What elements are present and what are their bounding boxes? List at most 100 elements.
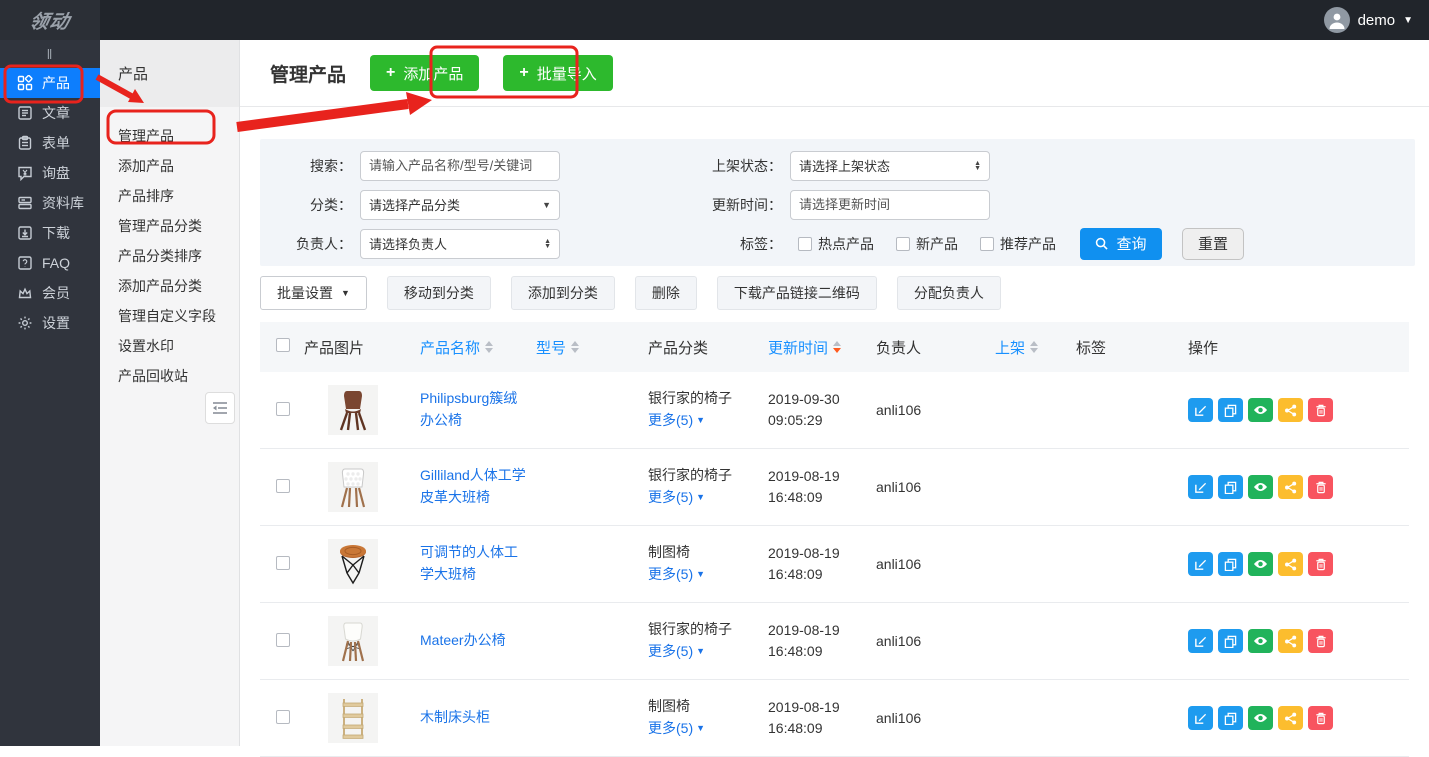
submenu-item-category-sort[interactable]: 产品分类排序 xyxy=(100,241,239,271)
row-checkbox[interactable] xyxy=(276,402,290,416)
category-select[interactable]: 请选择产品分类 ▼ xyxy=(360,190,560,220)
preview-eye-button[interactable] xyxy=(1248,552,1273,576)
batch-import-button[interactable]: + 批量导入 xyxy=(503,55,612,91)
delete-button[interactable]: 删除 xyxy=(635,276,697,310)
product-name-link[interactable]: Philipsburg簇绒办公椅 xyxy=(420,388,528,431)
share-button[interactable] xyxy=(1278,398,1303,422)
preview-eye-button[interactable] xyxy=(1248,706,1273,730)
batch-set-button[interactable]: 批量设置 ▼ xyxy=(260,276,367,310)
copy-button[interactable] xyxy=(1218,475,1243,499)
category-label: 分类： xyxy=(260,195,360,215)
download-qr-button[interactable]: 下载产品链接二维码 xyxy=(717,276,877,310)
more-categories-link[interactable]: 更多(5)▼ xyxy=(648,717,705,739)
product-name-link[interactable]: 木制床头柜 xyxy=(420,707,490,729)
white-shell-chair-image xyxy=(328,616,378,666)
edit-button[interactable] xyxy=(1188,629,1213,653)
sidebar-item-settings[interactable]: 设置 xyxy=(0,308,100,338)
preview-eye-button[interactable] xyxy=(1248,629,1273,653)
col-header-status-sort[interactable]: 上架 xyxy=(995,337,1038,358)
search-input[interactable] xyxy=(360,151,560,181)
product-name-link[interactable]: 可调节的人体工学大班椅 xyxy=(420,542,528,585)
col-header-name-sort[interactable]: 产品名称 xyxy=(420,337,493,358)
owner-select[interactable]: 请选择负责人 ▲▼ xyxy=(360,229,560,259)
copy-button[interactable] xyxy=(1218,552,1243,576)
edit-button[interactable] xyxy=(1188,475,1213,499)
sidebar-item-products[interactable]: 产品 xyxy=(0,68,100,98)
update-time-input[interactable] xyxy=(790,190,990,220)
submenu-item-custom-fields[interactable]: 管理自定义字段 xyxy=(100,301,239,331)
submenu-item-add-category[interactable]: 添加产品分类 xyxy=(100,271,239,301)
col-header-updated-sort[interactable]: 更新时间 xyxy=(768,337,841,358)
submenu-item-manage-products[interactable]: 管理产品 xyxy=(100,121,239,151)
product-name-link[interactable]: Gilliland人体工学皮革大班椅 xyxy=(420,465,528,508)
new-product-checkbox[interactable] xyxy=(896,237,910,251)
page-title: 管理产品 xyxy=(270,60,346,87)
reset-button[interactable]: 重置 xyxy=(1182,228,1244,260)
row-checkbox[interactable] xyxy=(276,710,290,724)
share-button[interactable] xyxy=(1278,706,1303,730)
share-button[interactable] xyxy=(1278,552,1303,576)
submenu-item-manage-categories[interactable]: 管理产品分类 xyxy=(100,211,239,241)
user-menu[interactable]: demo ▼ xyxy=(1324,0,1413,40)
add-product-button[interactable]: + 添加产品 xyxy=(370,55,479,91)
sidebar-item-forms[interactable]: 表单 xyxy=(0,128,100,158)
row-checkbox[interactable] xyxy=(276,633,290,647)
submenu-item-product-sort[interactable]: 产品排序 xyxy=(100,181,239,211)
sidebar-item-members[interactable]: 会员 xyxy=(0,278,100,308)
submenu-item-recycle-bin[interactable]: 产品回收站 xyxy=(100,361,239,391)
download-icon xyxy=(16,225,33,242)
topbar: 领动 demo ▼ xyxy=(0,0,1429,40)
table-row: 木制床头柜 制图椅 更多(5)▼ 2019-08-19 16:48:09 anl… xyxy=(260,680,1409,757)
edit-button[interactable] xyxy=(1188,706,1213,730)
tag-filter-group: 热点产品 新产品 推荐产品 xyxy=(798,234,1068,254)
submenu-item-add-product[interactable]: 添加产品 xyxy=(100,151,239,181)
product-name-link[interactable]: Mateer办公椅 xyxy=(420,630,506,652)
row-checkbox[interactable] xyxy=(276,556,290,570)
status-select[interactable]: 请选择上架状态 ▲▼ xyxy=(790,151,990,181)
submenu-collapse-button[interactable] xyxy=(205,392,235,424)
sidebar-item-faq[interactable]: FAQ xyxy=(0,248,100,278)
more-categories-link[interactable]: 更多(5)▼ xyxy=(648,640,705,662)
assign-owner-button[interactable]: 分配负责人 xyxy=(897,276,1001,310)
tag-option-hot[interactable]: 热点产品 xyxy=(798,234,874,254)
share-button[interactable] xyxy=(1278,475,1303,499)
hot-product-checkbox[interactable] xyxy=(798,237,812,251)
edit-button[interactable] xyxy=(1188,398,1213,422)
row-checkbox[interactable] xyxy=(276,479,290,493)
sidebar-item-inquiries[interactable]: 询盘 xyxy=(0,158,100,188)
delete-row-button[interactable] xyxy=(1308,629,1333,653)
more-categories-link[interactable]: 更多(5)▼ xyxy=(648,409,705,431)
copy-button[interactable] xyxy=(1218,706,1243,730)
app-logo[interactable]: 领动 xyxy=(0,0,100,40)
preview-eye-button[interactable] xyxy=(1248,475,1273,499)
more-categories-link[interactable]: 更多(5)▼ xyxy=(648,486,705,508)
page-header: 管理产品 + 添加产品 + 批量导入 xyxy=(240,40,1429,107)
sidebar-item-downloads[interactable]: 下载 xyxy=(0,218,100,248)
recommend-product-checkbox[interactable] xyxy=(980,237,994,251)
delete-row-button[interactable] xyxy=(1308,552,1333,576)
person-icon xyxy=(1328,11,1346,29)
query-button[interactable]: 查询 xyxy=(1080,228,1162,260)
tag-option-recommend[interactable]: 推荐产品 xyxy=(980,234,1056,254)
sidebar-item-articles[interactable]: 文章 xyxy=(0,98,100,128)
add-to-category-button[interactable]: 添加到分类 xyxy=(511,276,615,310)
copy-button[interactable] xyxy=(1218,629,1243,653)
delete-row-button[interactable] xyxy=(1308,706,1333,730)
share-button[interactable] xyxy=(1278,629,1303,653)
table-row: 可调节的人体工学大班椅 制图椅 更多(5)▼ 2019-08-19 16:48:… xyxy=(260,526,1409,603)
submenu-item-watermark[interactable]: 设置水印 xyxy=(100,331,239,361)
sidebar-item-library[interactable]: 资料库 xyxy=(0,188,100,218)
preview-eye-button[interactable] xyxy=(1248,398,1273,422)
sidebar-collapse-handle[interactable]: ‖ xyxy=(0,40,100,68)
select-all-checkbox[interactable] xyxy=(276,338,290,352)
edit-button[interactable] xyxy=(1188,552,1213,576)
more-categories-link[interactable]: 更多(5)▼ xyxy=(648,563,705,585)
delete-row-button[interactable] xyxy=(1308,475,1333,499)
sidebar-item-label: 设置 xyxy=(42,313,70,333)
copy-button[interactable] xyxy=(1218,398,1243,422)
products-table: 产品图片 产品名称 型号 产品分类 更新时间 负责人 上架 标签 操作 xyxy=(260,322,1409,757)
delete-row-button[interactable] xyxy=(1308,398,1333,422)
col-header-model-sort[interactable]: 型号 xyxy=(536,337,579,358)
tag-option-new[interactable]: 新产品 xyxy=(896,234,958,254)
move-to-category-button[interactable]: 移动到分类 xyxy=(387,276,491,310)
